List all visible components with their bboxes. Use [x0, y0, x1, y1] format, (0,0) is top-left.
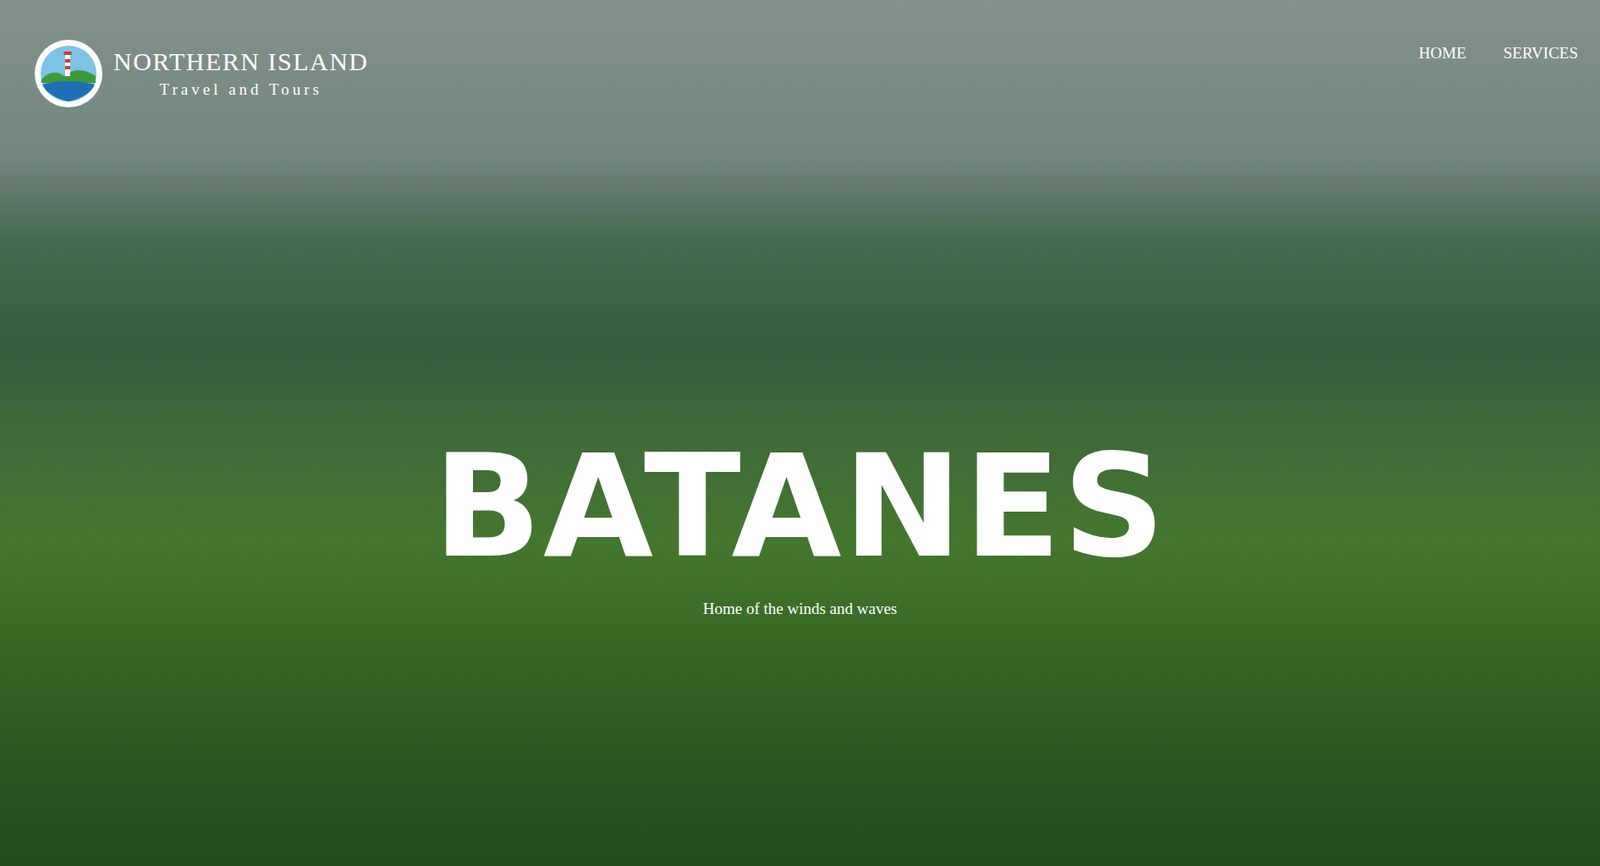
header: NORTHERN ISLAND Travel and Tours HOME SERVI… — [0, 0, 1600, 109]
brand-text: NORTHERN ISLAND Travel and Tours — [113, 47, 369, 100]
logo-icon[interactable] — [33, 38, 104, 109]
brand-name: NORTHERN ISLAND — [113, 47, 369, 76]
brand[interactable]: NORTHERN ISLAND Travel and Tours — [33, 38, 369, 109]
hero: NORTHERN ISLAND Travel and Tours HOME SERVI… — [0, 0, 1600, 866]
hero-subtitle: Home of the winds and waves — [703, 599, 898, 619]
nav-link[interactable]: SERVICES — [1501, 40, 1580, 66]
brand-tagline: Travel and Tours — [159, 80, 324, 100]
hero-title: BATANES — [433, 432, 1167, 582]
hero-content: BATANES Home of the winds and waves — [0, 108, 1600, 866]
nav: HOME SERVICES — [1417, 38, 1580, 66]
nav-link[interactable]: HOME — [1417, 40, 1469, 66]
